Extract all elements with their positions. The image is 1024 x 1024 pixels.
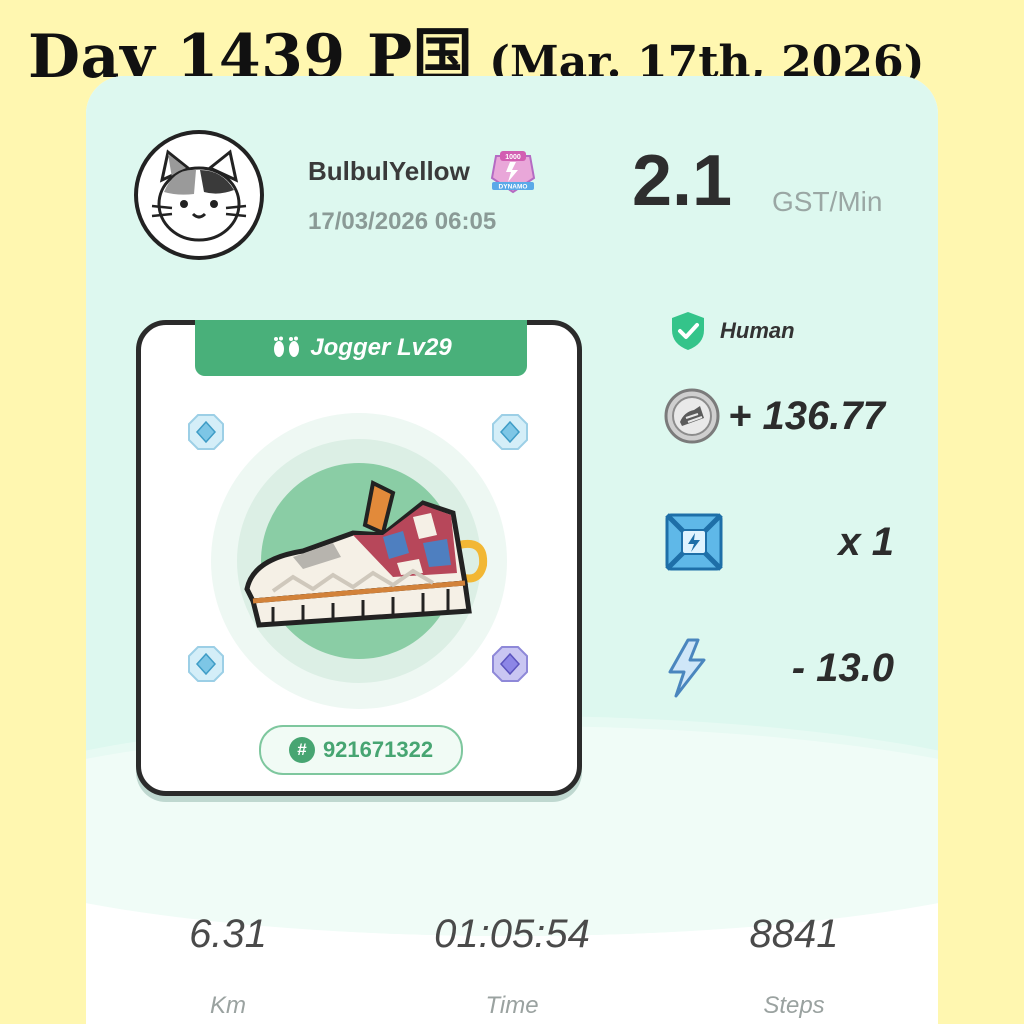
- gst-earned-value: + 136.77: [728, 393, 885, 438]
- mystery-box-row: x 1: [664, 512, 894, 572]
- steps-value: 8841: [749, 912, 839, 956]
- sneaker-icon: [244, 480, 488, 628]
- energy-row: - 13.0: [664, 638, 894, 698]
- human-verification: Human: [668, 310, 795, 352]
- time-value: 01:05:54: [434, 912, 590, 956]
- hash-icon: #: [288, 737, 315, 763]
- gst-earned-row: + 136.77: [664, 388, 894, 444]
- gst-rate-value: 2.1: [632, 141, 733, 221]
- mystery-box-count: x 1: [838, 519, 894, 564]
- steps-label: Steps: [763, 992, 825, 1019]
- dynamo-badge-icon: 1000 DYNAMO: [490, 151, 536, 194]
- lightning-energy-icon: [668, 638, 706, 698]
- gst-coin-icon: [664, 388, 720, 444]
- username: BulbulYellow: [308, 156, 470, 186]
- human-label: Human: [720, 318, 795, 343]
- sneaker-card[interactable]: Jogger Lv29 # 921671322: [136, 320, 582, 796]
- gem-socket-icon[interactable]: [187, 413, 225, 451]
- sneaker-type-tab: Jogger Lv29: [195, 320, 527, 376]
- run-timestamp: 17/03/2026 06:05: [308, 208, 497, 235]
- mystery-box-icon: [665, 513, 723, 571]
- distance-label: Km: [210, 992, 246, 1019]
- badge-number: 1000: [505, 154, 521, 161]
- gst-rate-unit: GST/Min: [772, 186, 883, 217]
- gem-socket-icon[interactable]: [187, 645, 225, 683]
- avatar[interactable]: [134, 130, 264, 260]
- sneaker-type-label: Jogger Lv29: [310, 334, 452, 361]
- distance-value: 6.31: [189, 912, 267, 956]
- badge-text: DYNAMO: [499, 184, 528, 191]
- cat-avatar-icon: [151, 149, 247, 242]
- sneaker-token-id[interactable]: # 921671322: [259, 725, 463, 775]
- energy-spent-value: - 13.0: [791, 645, 894, 690]
- token-id-value: 921671322: [322, 737, 434, 762]
- time-label: Time: [485, 992, 539, 1019]
- gem-socket-icon[interactable]: [491, 645, 529, 683]
- shield-check-icon: [672, 312, 704, 350]
- gem-socket-icon[interactable]: [491, 413, 529, 451]
- footprints-icon: [274, 336, 300, 357]
